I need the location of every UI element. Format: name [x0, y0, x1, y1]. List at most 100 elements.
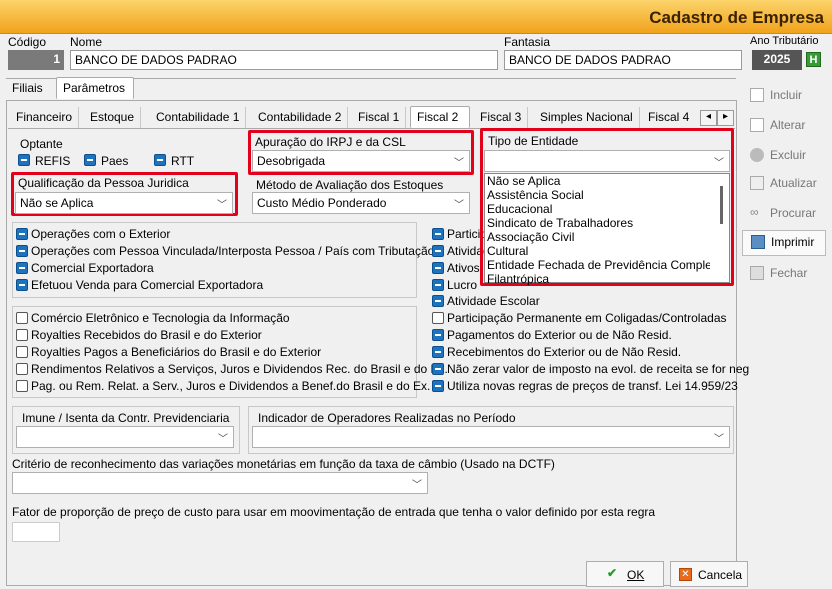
nome-field[interactable]: BANCO DE DADOS PADRAO	[70, 50, 498, 70]
checkbox-atividade[interactable]	[432, 245, 444, 257]
tab-parametros[interactable]: Parâmetros	[56, 77, 134, 99]
apuracao-label: Apuração do IRPJ e da CSL	[255, 135, 406, 149]
paes-label: Paes	[101, 154, 129, 168]
metodo-label: Método de Avaliação dos Estoques	[256, 178, 444, 192]
checkbox-label: Lucro	[447, 278, 478, 292]
checkbox-participacao-permanente[interactable]	[432, 312, 444, 324]
window-title: Cadastro de Empresa	[649, 8, 824, 27]
tab-fiscal-2[interactable]: Fiscal 2	[410, 106, 470, 128]
checkbox-comercio-eletronico[interactable]	[16, 312, 28, 324]
imune-select[interactable]: ﹀	[16, 426, 234, 448]
chevron-down-icon: ﹀	[412, 480, 422, 491]
atualizar-button[interactable]: Atualizar	[742, 172, 826, 196]
chevron-down-icon: ﹀	[714, 434, 724, 445]
apuracao-select[interactable]: Desobrigada ﹀	[252, 150, 470, 172]
chevron-down-icon: ﹀	[218, 434, 228, 445]
checkbox-label: Pag. ou Rem. Relat. a Serv., Juros e Div…	[31, 379, 431, 393]
indicador-label: Indicador de Operadores Realizadas no Pe…	[256, 411, 518, 425]
checkbox-comercial-exportadora[interactable]	[16, 262, 28, 274]
criterio-label: Critério de reconhecimento das variações…	[12, 457, 555, 471]
fator-field[interactable]	[12, 522, 60, 542]
checkbox-rendimentos[interactable]	[16, 363, 28, 375]
checkbox-label: Royalties Recebidos do Brasil e do Exter…	[31, 328, 262, 342]
checkbox-lucro[interactable]	[432, 279, 444, 291]
nome-label: Nome	[70, 35, 103, 49]
checkbox-label: Rendimentos Relativos a Serviços, Juros …	[31, 362, 448, 376]
checkbox-label: Ativos	[447, 261, 480, 275]
fantasia-field[interactable]: BANCO DE DADOS PADRAO	[504, 50, 742, 70]
ano-field[interactable]: 2025	[752, 50, 802, 70]
list-item[interactable]: Assistência Social	[485, 188, 729, 202]
incluir-label: Incluir	[770, 88, 803, 102]
tab-simples-nacional[interactable]: Simples Nacional	[534, 107, 640, 129]
atualizar-label: Atualizar	[770, 176, 817, 190]
tab-fiscal-3[interactable]: Fiscal 3	[474, 107, 529, 129]
tab-scroll-right-icon[interactable]: ▸	[717, 110, 734, 126]
checkbox-pagamentos-exterior[interactable]	[432, 329, 444, 341]
list-item[interactable]: Associação Civil	[485, 230, 729, 244]
chevron-down-icon: ﹀	[454, 200, 464, 211]
checkbox-label: Utiliza novas regras de preços de transf…	[447, 379, 738, 393]
rtt-checkbox[interactable]	[154, 154, 166, 166]
tab-scroll-left-icon[interactable]: ◂	[700, 110, 717, 126]
cancel-label: Cancela	[698, 568, 743, 582]
list-item[interactable]: Sindicato de Trabalhadores	[485, 216, 729, 230]
qualificacao-select[interactable]: Não se Aplica ﹀	[15, 192, 233, 214]
edit-icon	[750, 118, 764, 132]
refresh-icon	[750, 176, 764, 190]
ok-button[interactable]: ✔ OK	[586, 561, 664, 587]
list-item[interactable]: Educacional	[485, 202, 729, 216]
printer-icon	[751, 235, 765, 249]
alterar-button[interactable]: Alterar	[742, 114, 826, 138]
tab-estoque[interactable]: Estoque	[84, 107, 142, 129]
refis-checkbox[interactable]	[18, 154, 30, 166]
checkbox-ativos[interactable]	[432, 262, 444, 274]
list-item[interactable]: Cultural	[485, 244, 729, 258]
paes-checkbox[interactable]	[84, 154, 96, 166]
checkbox-novas-regras[interactable]	[432, 380, 444, 392]
imprimir-button[interactable]: Imprimir	[742, 230, 826, 256]
checkbox-venda-exportadora[interactable]	[16, 279, 28, 291]
tab-fiscal-4[interactable]: Fiscal 4	[642, 107, 695, 129]
list-item[interactable]: Filantrópica	[485, 272, 729, 286]
checkbox-recebimentos-exterior[interactable]	[432, 346, 444, 358]
checkbox-label: Royalties Pagos a Beneficiários do Brasi…	[31, 345, 322, 359]
excluir-button[interactable]: Excluir	[742, 144, 826, 168]
list-item[interactable]: Não se Aplica	[485, 174, 729, 188]
codigo-label: Código	[8, 35, 47, 49]
checkbox-pagamentos-rem[interactable]	[16, 380, 28, 392]
criterio-select[interactable]: ﹀	[12, 472, 428, 494]
checkbox-atividade-escolar[interactable]	[432, 295, 444, 307]
qualificacao-value: Não se Aplica	[20, 196, 94, 210]
list-scrollbar[interactable]	[720, 186, 723, 224]
apuracao-value: Desobrigada	[257, 154, 326, 168]
tab-financeiro[interactable]: Financeiro	[10, 107, 80, 129]
tab-fiscal-1[interactable]: Fiscal 1	[352, 107, 407, 129]
tab-filiais[interactable]: Filiais	[6, 78, 49, 100]
checkbox-royalties-pagos[interactable]	[16, 346, 28, 358]
tipo-entidade-select[interactable]: ﹀	[484, 150, 730, 172]
checkbox-nao-zerar[interactable]	[432, 363, 444, 375]
fechar-button[interactable]: Fechar	[742, 262, 826, 286]
procurar-button[interactable]: ∞ Procurar	[742, 202, 826, 226]
chevron-down-icon: ﹀	[454, 158, 464, 169]
checkbox-participa[interactable]	[432, 228, 444, 240]
ano-history-button[interactable]: H	[806, 52, 821, 67]
chevron-down-icon: ﹀	[217, 200, 227, 211]
checkbox-label: Atividade Escolar	[447, 294, 540, 308]
list-item[interactable]: Entidade Fechada de Previdência Compleme	[485, 258, 710, 272]
incluir-button[interactable]: Incluir	[742, 84, 826, 108]
imprimir-label: Imprimir	[771, 235, 815, 249]
ano-label: Ano Tributário	[750, 35, 819, 47]
checkmark-icon: ✔	[607, 566, 618, 580]
checkbox-royalties-recebidos[interactable]	[16, 329, 28, 341]
procurar-label: Procurar	[770, 206, 817, 220]
metodo-select[interactable]: Custo Médio Ponderado ﹀	[252, 192, 470, 214]
checkbox-pessoa-vinculada[interactable]	[16, 245, 28, 257]
tab-contabilidade-2[interactable]: Contabilidade 2	[252, 107, 349, 129]
indicador-select[interactable]: ﹀	[252, 426, 730, 448]
tab-contabilidade-1[interactable]: Contabilidade 1	[150, 107, 247, 129]
cancel-button[interactable]: ✕ Cancela	[670, 561, 748, 587]
qualificacao-label: Qualificação da Pessoa Juridica	[18, 176, 189, 190]
checkbox-operacoes-exterior[interactable]	[16, 228, 28, 240]
